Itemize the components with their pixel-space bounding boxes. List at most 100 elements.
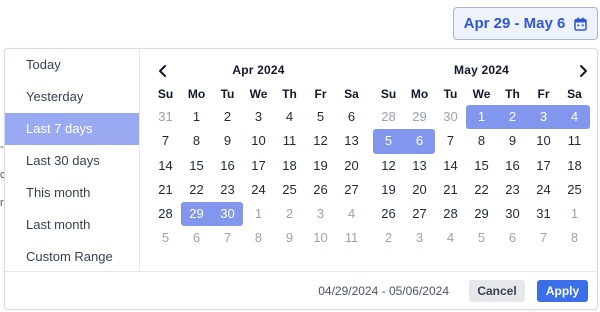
calendar-day-outside-month[interactable]: 4 <box>435 226 466 250</box>
calendar-day[interactable]: 22 <box>181 178 212 202</box>
calendar-day[interactable]: 25 <box>559 178 590 202</box>
calendar-day[interactable]: 31 <box>528 202 559 226</box>
weekday-label: Fr <box>537 87 550 101</box>
calendar-day[interactable]: 15 <box>466 154 497 178</box>
calendar-day-outside-month[interactable]: 28 <box>373 105 404 129</box>
calendar-day[interactable]: 30 <box>497 202 528 226</box>
calendar-day-selected[interactable]: 5 <box>373 129 404 154</box>
calendar-day[interactable]: 24 <box>528 178 559 202</box>
calendar-day-outside-month[interactable]: 7 <box>212 226 243 250</box>
range-option-yesterday[interactable]: Yesterday <box>5 81 139 113</box>
calendar-day[interactable]: 21 <box>435 178 466 202</box>
calendar-day[interactable]: 9 <box>497 129 528 153</box>
date-range-trigger-button[interactable]: Apr 29 - May 6 <box>453 7 598 40</box>
calendar-day-outside-month[interactable]: 2 <box>373 226 404 250</box>
calendar-day[interactable]: 24 <box>243 178 274 202</box>
calendar-day-outside-month[interactable]: 5 <box>466 226 497 250</box>
calendar-day-outside-month[interactable]: 4 <box>336 202 367 226</box>
calendar-day[interactable]: 9 <box>212 129 243 153</box>
calendar-week-row: 21 22 23 24 25 26 27 <box>150 178 367 202</box>
calendar-day[interactable]: 17 <box>243 154 274 178</box>
calendar-day[interactable]: 1 <box>181 105 212 129</box>
calendar-day-outside-month[interactable]: 9 <box>274 226 305 250</box>
calendar-day-outside-month[interactable]: 6 <box>497 226 528 250</box>
weekday-label: Su <box>157 87 174 101</box>
calendar-day-outside-month[interactable]: 10 <box>305 226 336 250</box>
calendar-day[interactable]: 7 <box>150 129 181 153</box>
calendar-day-outside-month[interactable]: 31 <box>150 105 181 129</box>
calendar-day-outside-month[interactable]: 11 <box>336 226 367 250</box>
calendar-day[interactable]: 19 <box>305 154 336 178</box>
calendar-day-outside-month[interactable]: 5 <box>150 226 181 250</box>
calendar-day[interactable]: 26 <box>305 178 336 202</box>
calendar-day-outside-month[interactable]: 1 <box>559 202 590 226</box>
calendar-day[interactable]: 14 <box>435 154 466 178</box>
range-option-last-7-days[interactable]: Last 7 days <box>5 113 139 145</box>
calendar-day-outside-month[interactable]: 7 <box>528 226 559 250</box>
calendar-day[interactable]: 26 <box>373 202 404 226</box>
range-option-last-30-days[interactable]: Last 30 days <box>5 145 139 177</box>
calendar-day[interactable]: 25 <box>274 178 305 202</box>
calendar-day[interactable]: 10 <box>243 129 274 153</box>
calendar-day-selected[interactable]: 2 <box>497 105 528 130</box>
calendar-day[interactable]: 8 <box>181 129 212 153</box>
calendar-day[interactable]: 27 <box>404 202 435 226</box>
cancel-button[interactable]: Cancel <box>469 279 525 302</box>
calendar-day[interactable]: 18 <box>559 154 590 178</box>
calendar-day[interactable]: 16 <box>212 154 243 178</box>
calendar-day-outside-month[interactable]: 29 <box>404 105 435 129</box>
calendar-day-selected[interactable]: 4 <box>559 105 590 130</box>
calendar-day[interactable]: 2 <box>212 105 243 129</box>
calendar-day[interactable]: 13 <box>404 154 435 178</box>
calendar-day[interactable]: 11 <box>559 129 590 153</box>
calendar-day-selected[interactable]: 1 <box>466 105 497 130</box>
calendar-day-outside-month[interactable]: 8 <box>559 226 590 250</box>
calendar-day-outside-month[interactable]: 6 <box>181 226 212 250</box>
calendar-day-outside-month[interactable]: 8 <box>243 226 274 250</box>
calendar-day[interactable]: 28 <box>150 202 181 226</box>
calendar-day-selected[interactable]: 29 <box>181 202 212 227</box>
calendar-day-outside-month[interactable]: 3 <box>305 202 336 226</box>
calendar-day-outside-month[interactable]: 3 <box>404 226 435 250</box>
calendar-day[interactable]: 28 <box>435 202 466 226</box>
calendar-day[interactable]: 27 <box>336 178 367 202</box>
calendar-day-outside-month[interactable]: 30 <box>435 105 466 129</box>
calendar-day-selected[interactable]: 3 <box>528 105 559 130</box>
calendar-day-outside-month[interactable]: 2 <box>274 202 305 226</box>
range-option-last-month[interactable]: Last month <box>5 209 139 241</box>
calendar-day[interactable]: 21 <box>150 178 181 202</box>
calendar-day[interactable]: 11 <box>274 129 305 153</box>
calendar-day[interactable]: 12 <box>373 154 404 178</box>
apply-button[interactable]: Apply <box>537 279 588 302</box>
calendar-day[interactable]: 5 <box>305 105 336 129</box>
calendar-day[interactable]: 22 <box>466 178 497 202</box>
range-option-this-month[interactable]: This month <box>5 177 139 209</box>
calendar-day[interactable]: 3 <box>243 105 274 129</box>
calendar-day[interactable]: 6 <box>336 105 367 129</box>
calendar-day[interactable]: 8 <box>466 129 497 153</box>
range-option-today[interactable]: Today <box>5 49 139 81</box>
calendar-day[interactable]: 7 <box>435 129 466 153</box>
calendar-day[interactable]: 20 <box>404 178 435 202</box>
weekday-label: We <box>472 87 491 101</box>
calendar-day-selected[interactable]: 30 <box>212 202 243 227</box>
calendar-day[interactable]: 16 <box>497 154 528 178</box>
calendar-day-selected[interactable]: 6 <box>404 129 435 154</box>
calendar-day[interactable]: 14 <box>150 154 181 178</box>
calendar-day[interactable]: 23 <box>212 178 243 202</box>
weekday-header-row: Su Mo Tu We Th Fr Sa <box>150 83 367 105</box>
calendar-day[interactable]: 12 <box>305 129 336 153</box>
calendar-day[interactable]: 20 <box>336 154 367 178</box>
calendar-day[interactable]: 29 <box>466 202 497 226</box>
calendar-day[interactable]: 4 <box>274 105 305 129</box>
calendar-day[interactable]: 23 <box>497 178 528 202</box>
chevron-right-icon[interactable] <box>573 61 593 81</box>
calendar-day[interactable]: 13 <box>336 129 367 153</box>
calendar-day-outside-month[interactable]: 1 <box>243 202 274 226</box>
calendar-day[interactable]: 19 <box>373 178 404 202</box>
calendar-day[interactable]: 17 <box>528 154 559 178</box>
calendar-day[interactable]: 15 <box>181 154 212 178</box>
calendar-day[interactable]: 10 <box>528 129 559 153</box>
range-option-custom-range[interactable]: Custom Range <box>5 241 139 273</box>
calendar-day[interactable]: 18 <box>274 154 305 178</box>
